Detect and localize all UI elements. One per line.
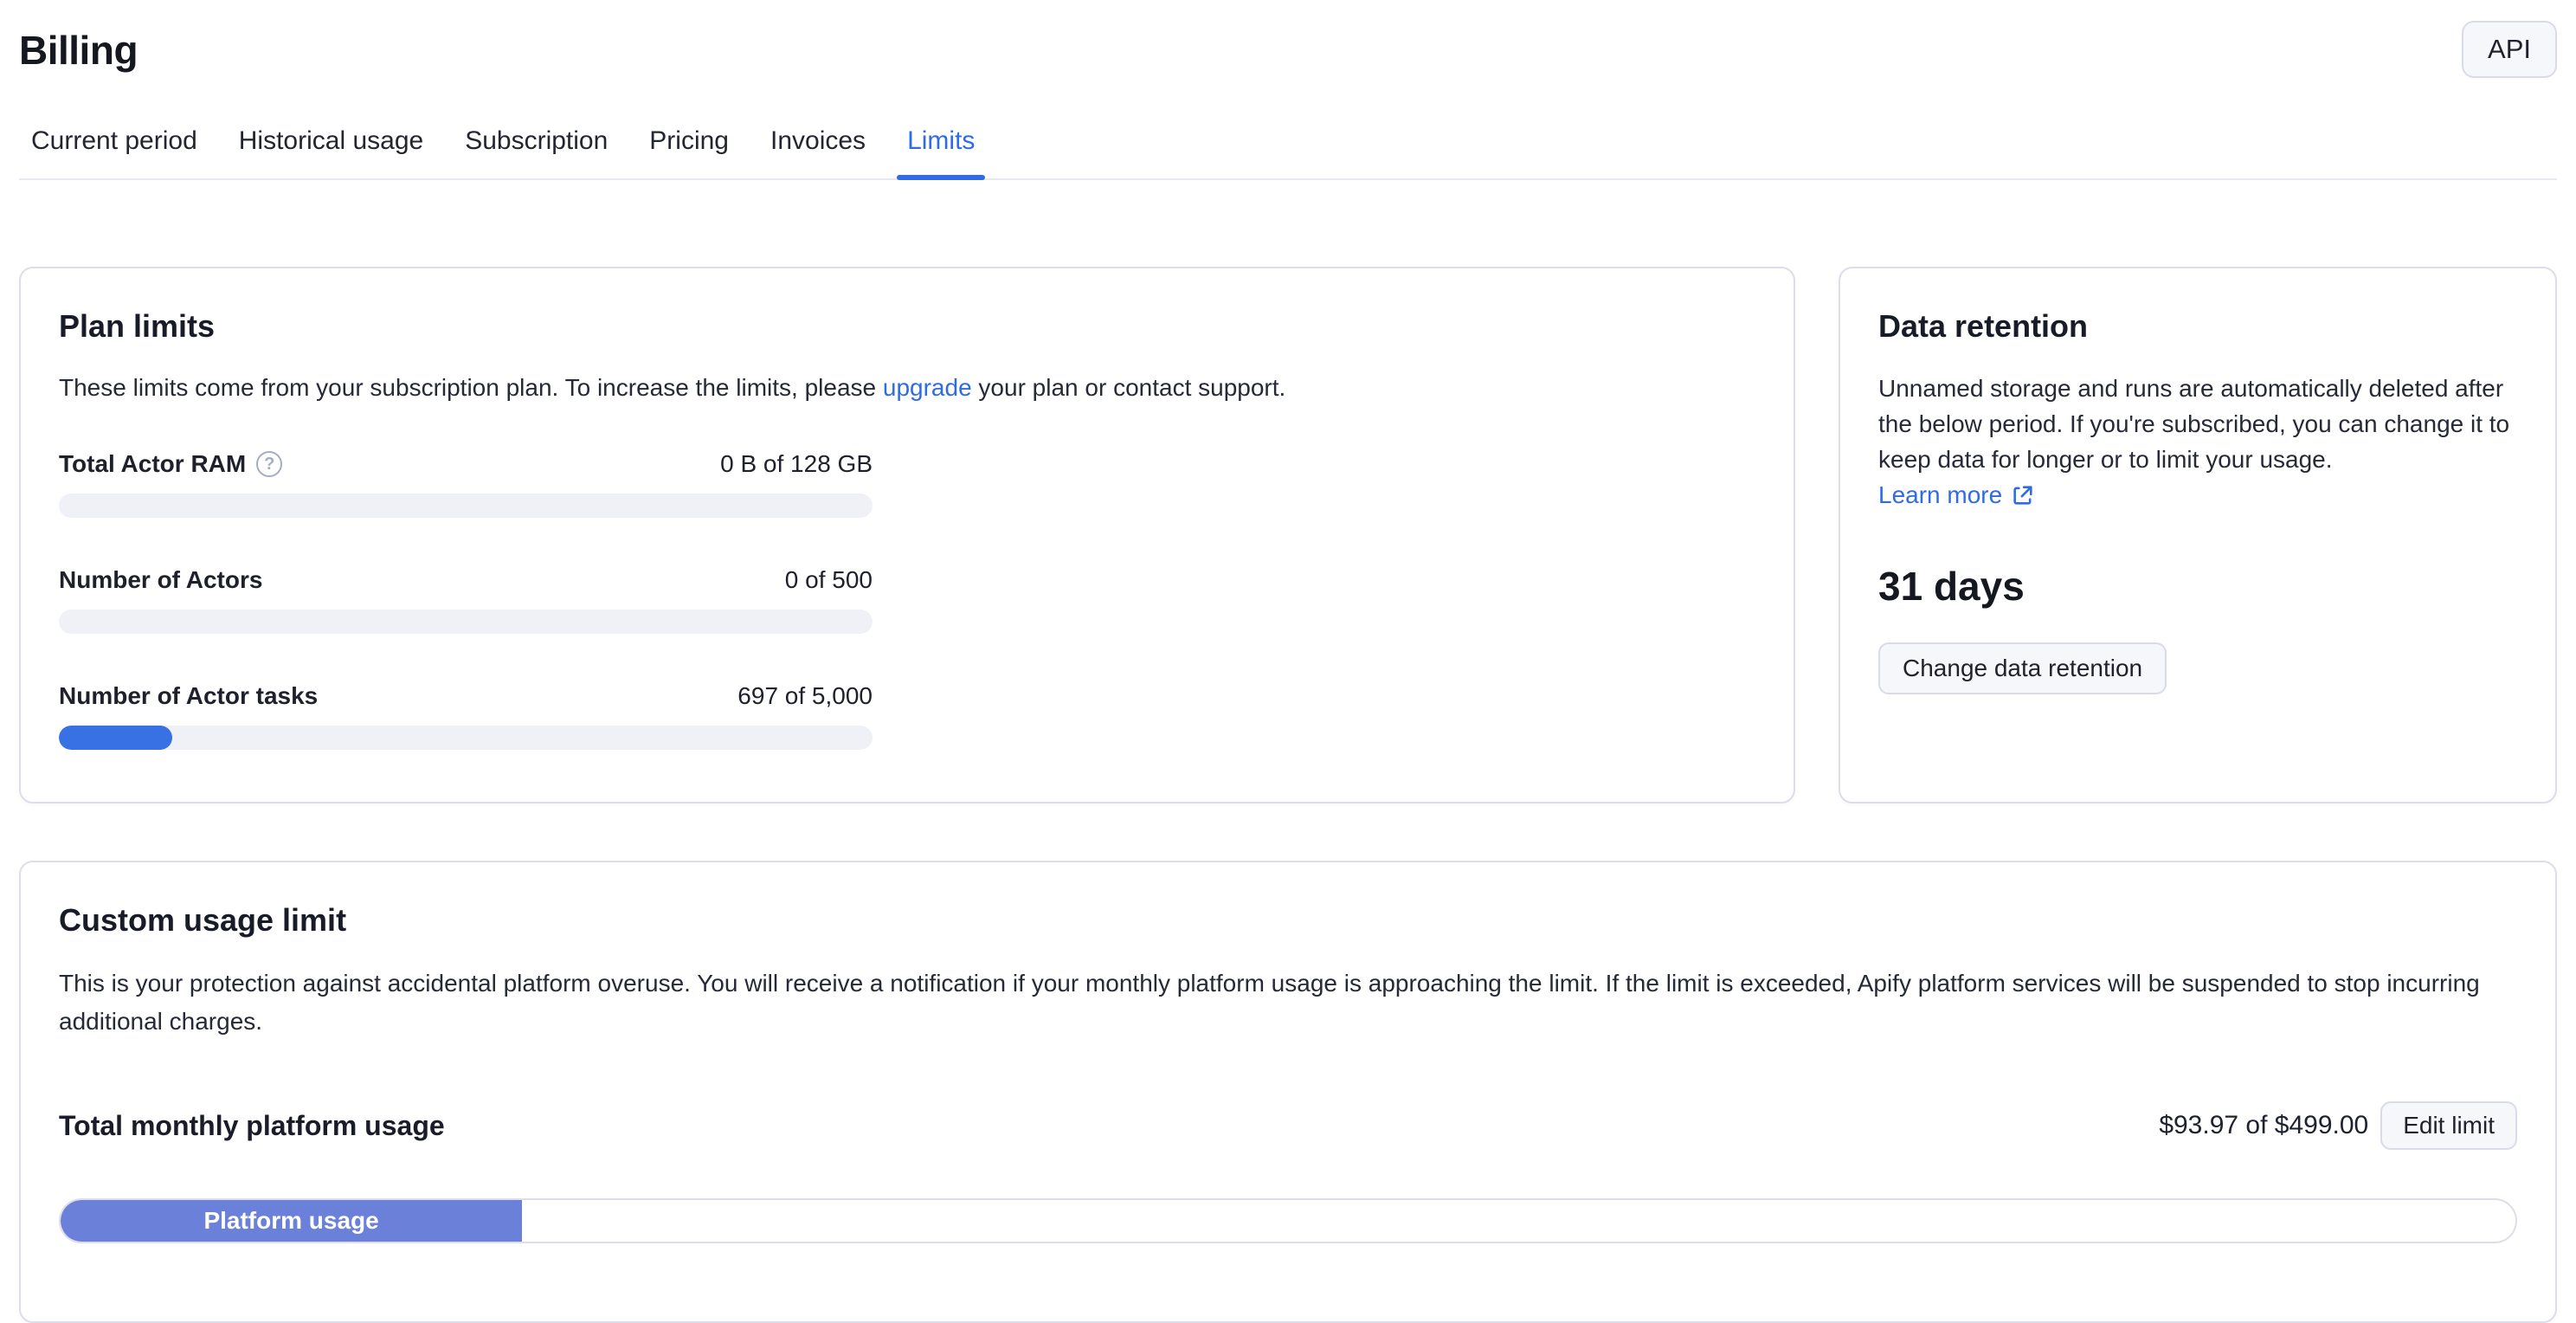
data-retention-title: Data retention [1878, 308, 2517, 345]
ram-progress-track [59, 494, 873, 518]
limit-block: Total Actor RAM ? 0 B of 128 GB Number o… [59, 450, 873, 750]
usage-label: Total monthly platform usage [59, 1110, 445, 1142]
billing-page: Billing API Current period Historical us… [0, 0, 2576, 1287]
data-retention-card: Data retention Unnamed storage and runs … [1839, 267, 2557, 803]
custom-usage-limit-title: Custom usage limit [59, 902, 2517, 939]
limit-value-ram: 0 B of 128 GB [720, 450, 873, 478]
limit-label-actors: Number of Actors [59, 566, 262, 594]
limit-row: Number of Actors 0 of 500 [59, 566, 873, 594]
tab-current-period[interactable]: Current period [21, 116, 208, 178]
learn-more-label: Learn more [1878, 477, 2002, 513]
limit-row: Total Actor RAM ? 0 B of 128 GB [59, 450, 873, 478]
limit-value-tasks: 697 of 5,000 [737, 682, 873, 710]
limit-row: Number of Actor tasks 697 of 5,000 [59, 682, 873, 710]
plan-limits-title: Plan limits [59, 308, 1755, 345]
tab-historical-usage[interactable]: Historical usage [229, 116, 434, 178]
tasks-progress-fill [59, 726, 172, 750]
platform-usage-track: Platform usage [59, 1198, 2517, 1243]
help-icon[interactable]: ? [256, 451, 282, 477]
external-link-icon [2011, 483, 2035, 507]
limit-item-tasks: Number of Actor tasks 697 of 5,000 [59, 682, 873, 750]
limit-label-tasks: Number of Actor tasks [59, 682, 318, 710]
custom-usage-limit-card: Custom usage limit This is your protecti… [19, 861, 2557, 1323]
limit-item-ram: Total Actor RAM ? 0 B of 128 GB [59, 450, 873, 518]
platform-usage-fill: Platform usage [61, 1200, 522, 1242]
billing-tabs: Current period Historical usage Subscrip… [19, 116, 2557, 180]
tab-limits[interactable]: Limits [897, 116, 985, 178]
tasks-progress-track [59, 726, 873, 750]
upgrade-link[interactable]: upgrade [883, 374, 972, 401]
data-retention-description-text: Unnamed storage and runs are automatical… [1878, 375, 2509, 473]
limit-value-actors: 0 of 500 [785, 566, 873, 594]
edit-limit-button[interactable]: Edit limit [2380, 1101, 2517, 1150]
change-data-retention-button[interactable]: Change data retention [1878, 642, 2167, 694]
tab-pricing[interactable]: Pricing [639, 116, 739, 178]
platform-usage-bar-label: Platform usage [203, 1207, 378, 1235]
tab-subscription[interactable]: Subscription [454, 116, 618, 178]
limits-row: Plan limits These limits come from your … [19, 267, 2557, 803]
usage-right: $93.97 of $499.00 Edit limit [2159, 1101, 2517, 1150]
plan-limits-card: Plan limits These limits come from your … [19, 267, 1795, 803]
tab-invoices[interactable]: Invoices [760, 116, 876, 178]
learn-more-link[interactable]: Learn more [1878, 477, 2035, 513]
limit-item-actors: Number of Actors 0 of 500 [59, 566, 873, 634]
plan-limits-description: These limits come from your subscription… [59, 371, 1755, 405]
plan-limits-description-before: These limits come from your subscription… [59, 374, 883, 401]
usage-header: Total monthly platform usage $93.97 of $… [59, 1101, 2517, 1150]
limit-label-text: Total Actor RAM [59, 450, 246, 478]
custom-usage-limit-description: This is your protection against accident… [59, 965, 2517, 1041]
usage-limit-row: Custom usage limit This is your protecti… [19, 861, 2557, 1323]
retention-period-value: 31 days [1878, 563, 2517, 610]
api-button[interactable]: API [2462, 21, 2557, 78]
data-retention-description: Unnamed storage and runs are automatical… [1878, 371, 2517, 513]
plan-limits-description-after: your plan or contact support. [972, 374, 1286, 401]
actors-progress-track [59, 610, 873, 634]
page-title: Billing [19, 26, 138, 74]
page-header: Billing API [19, 17, 2557, 78]
limit-label-ram: Total Actor RAM ? [59, 450, 282, 478]
usage-value: $93.97 of $499.00 [2159, 1111, 2368, 1140]
